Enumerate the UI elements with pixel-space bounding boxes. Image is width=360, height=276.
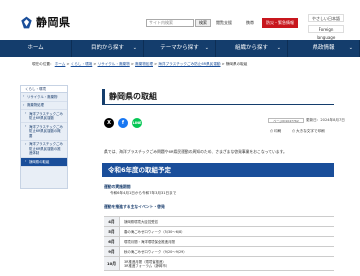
large-print-button[interactable]: ⎙ 大きな文字で印刷 <box>292 128 325 134</box>
print-icon: ⎙ <box>270 129 273 133</box>
events-table: 4月 静岡県環境大臣賞受賞 5月 春の海ごみゼロウィーク（5/30～6/8） 6… <box>104 216 334 271</box>
page-id-badge: ページID1047762 <box>268 118 304 123</box>
line-share-icon[interactable]: LINE <box>132 118 142 128</box>
breadcrumb-item[interactable]: くらし・環境 <box>71 62 93 66</box>
print-icon: ⎙ <box>292 129 295 133</box>
chevron-down-icon: ⌄ <box>204 45 209 51</box>
site-logo[interactable]: 静岡県 <box>20 14 71 30</box>
table-row: 5月 春の海ごみゼロウィーク（5/30～6/8） <box>104 227 334 237</box>
mobile-link[interactable]: 携帯 <box>246 19 258 27</box>
chevron-down-icon: ⌄ <box>132 45 137 51</box>
table-row: 9月 秋の海ごみゼロウィーク（9/20～9/29） <box>104 247 334 257</box>
nav-home-label: ホーム <box>27 45 44 51</box>
table-row: 10月 3R推進月間（環境省推進） 3R推進フォーラム（静岡市） <box>104 257 334 271</box>
chevron-down-icon: ⌄ <box>348 45 353 51</box>
nav-by-purpose[interactable]: 目的から探す ⌄ <box>72 40 144 57</box>
sidebar-item[interactable]: リサイクル・廃棄物 <box>21 93 67 102</box>
sidebar-heading[interactable]: くらし・環境 <box>21 86 67 93</box>
event-cell: 秋の海ごみゼロウィーク（9/20～9/29） <box>120 247 334 256</box>
sidebar-item[interactable]: 海洋プラスチックごみ防止6R県民運動の推進体制 <box>21 141 67 158</box>
sidebar-item[interactable]: 海洋プラスチックごみ防止6R県民運動 <box>21 110 67 123</box>
breadcrumb-item[interactable]: 廃棄物処理 <box>135 62 153 66</box>
updated-date: 更新日：2024年8月7日 <box>306 118 345 122</box>
month-cell: 4月 <box>104 217 120 226</box>
event-text[interactable]: 静岡県環境大臣賞受賞 <box>124 220 334 224</box>
print-button[interactable]: ⎙ 印刷 <box>270 128 281 134</box>
breadcrumb-item[interactable]: ホーム <box>55 62 66 66</box>
section-heading: 令和6年度の取組予定 <box>102 163 334 177</box>
table-row: 6月 環境月間・海洋環境保全推進月間 <box>104 237 334 247</box>
foreign-language-link[interactable]: Foreign language <box>308 25 344 40</box>
sidebar: くらし・環境 リサイクル・廃棄物 廃棄物処理 海洋プラスチックごみ防止6R県民運… <box>20 85 68 189</box>
events-heading: 運動を推進する主なイベント・啓発 <box>104 204 165 209</box>
event-cell: 環境月間・海洋環境保全推進月間 <box>120 237 334 246</box>
event-text[interactable]: 春の海ごみゼロウィーク（5/30～6/8） <box>124 230 334 234</box>
sidebar-item-active[interactable]: 静岡県の取組 <box>21 158 67 167</box>
search-button[interactable]: 検索 <box>195 19 211 27</box>
period-text: 令和6年4月1日から令和7年3月31日まで <box>110 191 177 195</box>
event-text[interactable]: 環境月間・海洋環境保全推進月間 <box>124 240 334 244</box>
month-cell: 5月 <box>104 227 120 236</box>
month-cell: 10月 <box>104 257 120 270</box>
breadcrumb: 現在の位置： ホーム > くらし・環境 > リサイクル・廃棄物 > 廃棄物処理 … <box>32 62 248 66</box>
nav-by-theme[interactable]: テーマから探す ⌄ <box>144 40 216 57</box>
month-cell: 9月 <box>104 247 120 256</box>
breadcrumb-current: 静岡県の取組 <box>225 62 248 66</box>
table-row: 4月 静岡県環境大臣賞受賞 <box>104 217 334 227</box>
event-cell: 3R推進月間（環境省推進） 3R推進フォーラム（静岡市） <box>120 257 334 270</box>
easy-japanese-link[interactable]: やさしい日本語 <box>308 14 344 22</box>
breadcrumb-prefix: 現在の位置： <box>32 62 54 66</box>
sidebar-item[interactable]: 廃棄物処理 <box>21 102 67 110</box>
event-text[interactable]: 秋の海ごみゼロウィーク（9/20～9/29） <box>124 250 334 254</box>
event-cell: 春の海ごみゼロウィーク（5/30～6/8） <box>120 227 334 236</box>
period-heading: 運動の実施期間 <box>104 184 131 189</box>
site-header: 静岡県 サイト内検索 検索 閲覧支援 携帯 防災・緊急情報 やさしい日本語 Fo… <box>0 0 360 40</box>
event-text[interactable]: 3R推進フォーラム（静岡市） <box>124 264 334 268</box>
nav-by-purpose-label: 目的から探す <box>90 45 124 51</box>
global-nav: ホーム 目的から探す ⌄ テーマから探す ⌄ 組織から探す ⌄ 県政情報 ⌄ <box>0 40 360 57</box>
month-cell: 6月 <box>104 237 120 246</box>
page-title: 静岡県の取組 <box>102 89 334 105</box>
nav-prefecture-info-label: 県政情報 <box>312 45 335 51</box>
facebook-share-icon[interactable]: f <box>118 118 128 128</box>
intro-text: 県では、海洋プラスチックごみ問題や6R県民運動の周知のため、さまざまな啓発事業を… <box>104 149 287 154</box>
site-logo-text: 静岡県 <box>36 16 71 29</box>
nav-prefecture-info[interactable]: 県政情報 ⌄ <box>288 40 360 57</box>
accessibility-link[interactable]: 閲覧支援 <box>216 19 242 27</box>
large-print-label: 大きな文字で印刷 <box>296 129 325 133</box>
event-cell: 静岡県環境大臣賞受賞 <box>120 217 334 226</box>
nav-by-organization[interactable]: 組織から探す ⌄ <box>216 40 288 57</box>
nav-home[interactable]: ホーム <box>0 40 72 57</box>
breadcrumb-item[interactable]: 海洋プラスチックごみ防止6R県民運動 <box>158 62 220 66</box>
disaster-info-button[interactable]: 防災・緊急情報 <box>262 18 298 28</box>
x-share-icon[interactable]: X <box>104 118 114 128</box>
sidebar-item[interactable]: 海洋プラスチックごみ防止6R県民運動の概要 <box>21 123 67 141</box>
nav-by-organization-label: 組織から探す <box>234 45 268 51</box>
search-input[interactable]: サイト内検索 <box>146 19 194 27</box>
shizuoka-logo-icon <box>21 16 32 28</box>
nav-by-theme-label: テーマから探す <box>160 45 199 51</box>
chevron-down-icon: ⌄ <box>276 45 281 51</box>
print-label: 印刷 <box>274 129 282 133</box>
breadcrumb-item[interactable]: リサイクル・廃棄物 <box>98 62 130 66</box>
